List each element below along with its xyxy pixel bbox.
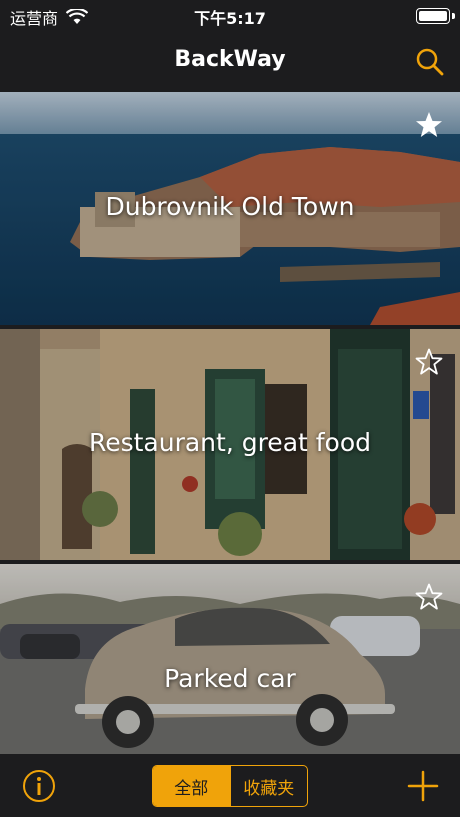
place-title: Dubrovnik Old Town <box>105 192 355 221</box>
info-icon[interactable] <box>22 769 56 803</box>
place-card-parked-car[interactable]: Parked car <box>0 564 460 754</box>
search-icon[interactable] <box>414 46 446 78</box>
filter-segmented-control: 全部 收藏夹 <box>152 765 308 807</box>
page-title: BackWay <box>174 47 286 72</box>
star-outline-icon[interactable] <box>414 582 444 612</box>
place-card-restaurant[interactable]: Restaurant, great food <box>0 329 460 560</box>
bottom-toolbar: 全部 收藏夹 <box>0 754 460 817</box>
battery-fill <box>419 11 447 21</box>
plus-icon[interactable] <box>406 769 440 803</box>
nav-bar: BackWay <box>0 32 460 92</box>
place-title: Parked car <box>164 664 296 693</box>
segment-all[interactable]: 全部 <box>153 766 230 806</box>
place-photo-parked-car <box>0 564 460 754</box>
star-outline-icon[interactable] <box>414 347 444 377</box>
status-time: 下午5:17 <box>194 9 266 28</box>
battery-icon <box>416 8 450 24</box>
place-card-dubrovnik[interactable]: Dubrovnik Old Town <box>0 92 460 325</box>
segment-favorites[interactable]: 收藏夹 <box>229 766 308 806</box>
place-title: Restaurant, great food <box>88 428 372 457</box>
star-filled-icon[interactable] <box>414 110 444 140</box>
status-bar: 运营商 下午5:17 <box>0 0 460 32</box>
battery-cap <box>452 13 455 19</box>
